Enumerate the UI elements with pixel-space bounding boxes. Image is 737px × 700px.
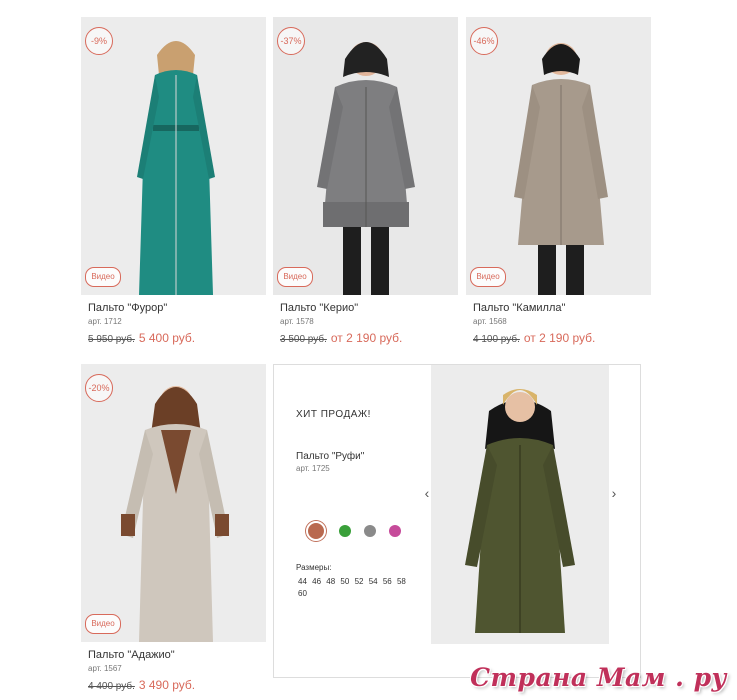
product-photo[interactable]: -9% Видео (81, 17, 266, 295)
color-swatch-green[interactable] (339, 525, 351, 537)
product-name[interactable]: Пальто "Адажио" (88, 649, 266, 661)
video-button[interactable]: Видео (85, 267, 121, 287)
size-option[interactable]: 54 (369, 577, 378, 586)
product-photo[interactable]: -46% Видео (466, 17, 651, 295)
bestseller-title: ХИТ ПРОДАЖ! (296, 409, 371, 420)
featured-product-photo[interactable] (431, 365, 609, 644)
size-option[interactable]: 58 (397, 577, 406, 586)
new-price: от 2 190 руб. (330, 331, 403, 345)
product-article: арт. 1712 (88, 317, 122, 326)
featured-product: ХИТ ПРОДАЖ! Пальто "Руфи" арт. 1725 ‹ › … (273, 364, 641, 678)
discount-badge: -46% (470, 27, 498, 55)
product-card[interactable]: -9% Видео Пальто "Фурор" арт. 1712 5 950… (81, 17, 266, 347)
product-name[interactable]: Пальто "Фурор" (88, 302, 266, 314)
new-price: 3 490 руб. (138, 678, 196, 692)
product-name[interactable]: Пальто "Камилла" (473, 302, 651, 314)
color-swatch-pink[interactable] (389, 525, 401, 537)
product-article: арт. 1578 (280, 317, 314, 326)
coat-model-image (466, 17, 651, 295)
product-card[interactable]: -37% Видео Пальто "Керио" арт. 1578 3 50… (273, 17, 458, 347)
color-swatches (306, 521, 414, 541)
video-button[interactable]: Видео (277, 267, 313, 287)
old-price: 5 950 руб. (88, 334, 135, 345)
new-price: от 2 190 руб. (523, 331, 596, 345)
product-photo[interactable]: -20% Видео (81, 364, 266, 642)
size-option[interactable]: 56 (383, 577, 392, 586)
size-option[interactable]: 52 (355, 577, 364, 586)
price-row: 5 950 руб. 5 400 руб. (88, 329, 266, 347)
product-name[interactable]: Пальто "Керио" (280, 302, 458, 314)
sizes-label: Размеры: (296, 563, 332, 572)
size-option[interactable]: 44 (298, 577, 307, 586)
old-price: 4 100 руб. (473, 334, 520, 345)
coat-model-image (431, 365, 609, 644)
coat-model-image (81, 17, 266, 295)
size-option[interactable]: 48 (326, 577, 335, 586)
product-card[interactable]: -20% Видео Пальто "Адажио" арт. 1567 4 4… (81, 364, 266, 694)
old-price: 4 400 руб. (88, 681, 135, 692)
discount-badge: -37% (277, 27, 305, 55)
size-option[interactable]: 46 (312, 577, 321, 586)
next-arrow-icon[interactable]: › (608, 485, 620, 501)
price-row: 4 100 руб. от 2 190 руб. (473, 329, 651, 347)
coat-model-image (81, 364, 266, 642)
product-article: арт. 1568 (473, 317, 507, 326)
featured-product-article: арт. 1725 (296, 464, 330, 473)
size-option[interactable]: 60 (298, 589, 307, 598)
product-photo[interactable]: -37% Видео (273, 17, 458, 295)
product-card[interactable]: -46% Видео Пальто "Камилла" арт. 1568 4 … (466, 17, 651, 347)
discount-badge: -20% (85, 374, 113, 402)
product-catalog-page: -9% Видео Пальто "Фурор" арт. 1712 5 950… (0, 0, 737, 700)
video-button[interactable]: Видео (470, 267, 506, 287)
sizes-list: 44 46 48 50 52 54 56 58 60 (298, 576, 416, 600)
price-row: 3 500 руб. от 2 190 руб. (280, 329, 458, 347)
color-swatch-gray[interactable] (364, 525, 376, 537)
price-row: 4 400 руб. 3 490 руб. (88, 676, 266, 694)
size-option[interactable]: 50 (340, 577, 349, 586)
new-price: 5 400 руб. (138, 331, 196, 345)
coat-model-image (273, 17, 458, 295)
product-article: арт. 1567 (88, 664, 122, 673)
old-price: 3 500 руб. (280, 334, 327, 345)
site-watermark: Страна Мам . ру (470, 663, 727, 692)
discount-badge: -9% (85, 27, 113, 55)
video-button[interactable]: Видео (85, 614, 121, 634)
color-swatch-brown[interactable] (306, 521, 326, 541)
featured-product-name[interactable]: Пальто "Руфи" (296, 451, 364, 462)
